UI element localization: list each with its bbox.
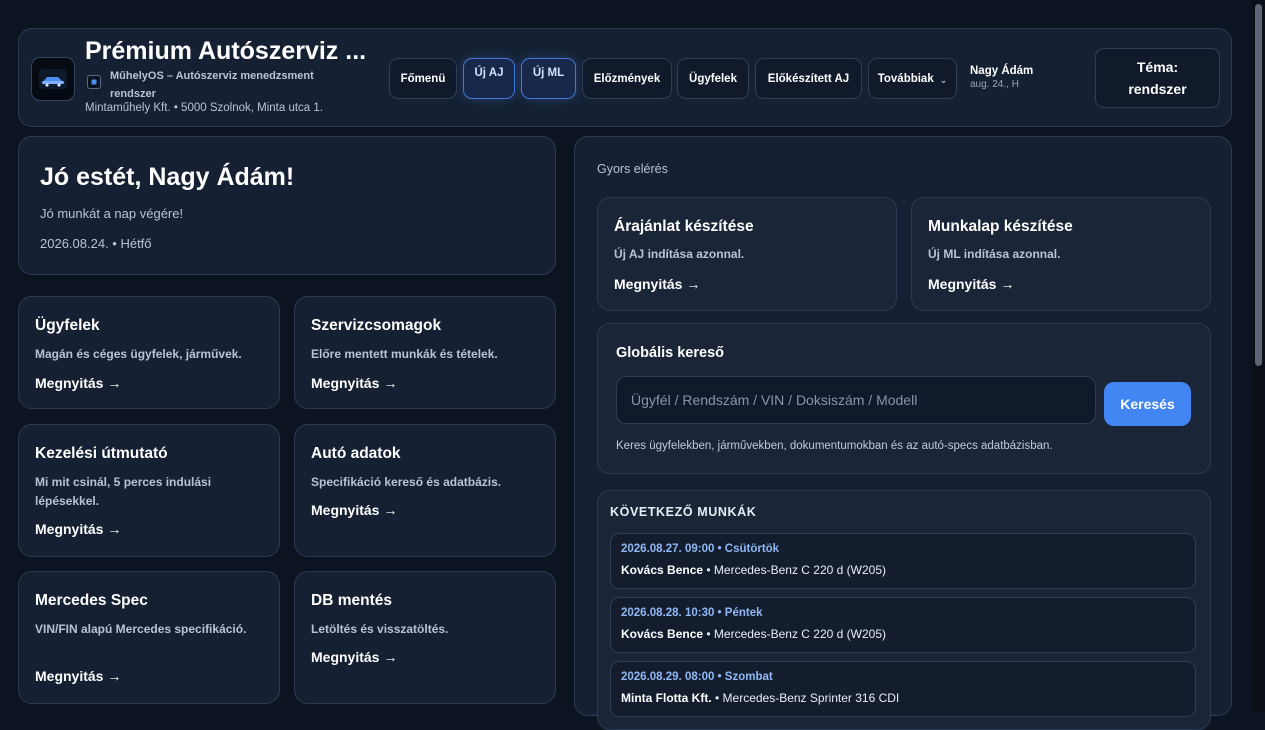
card-title: Kezelési útmutató	[35, 445, 168, 462]
card-open-link[interactable]: Megnyitás →	[928, 276, 1014, 292]
job-vehicle: • Mercedes-Benz Sprinter 316 CDI	[711, 691, 900, 705]
quick-access-label: Gyors elérés	[597, 162, 668, 176]
card-title: DB mentés	[311, 592, 392, 609]
job-details: Minta Flotta Kft. • Mercedes-Benz Sprint…	[621, 691, 899, 705]
card-description: Letöltés és visszatöltés.	[311, 622, 449, 636]
card-title: Árajánlat készítése	[614, 218, 754, 235]
nav-new-worksheet-button[interactable]: Új ML	[521, 58, 576, 99]
greeting-subtitle: Jó munkát a nap végére!	[40, 206, 184, 221]
list-item[interactable]: 2026.08.29. 08:00 • Szombat Minta Flotta…	[610, 661, 1196, 717]
car-logo-icon	[31, 57, 75, 101]
card-open-link[interactable]: Megnyitás →	[311, 375, 397, 391]
next-jobs-title: KÖVETKEZŐ MUNKÁK	[610, 505, 757, 519]
card-user-guide[interactable]: Kezelési útmutató Mi mit csinál, 5 perce…	[18, 424, 280, 557]
card-title: Szervizcsomagok	[311, 317, 442, 334]
card-clients[interactable]: Ügyfelek Magán és céges ügyfelek, járműv…	[18, 296, 280, 409]
page-scrollbar-thumb[interactable]	[1255, 4, 1262, 366]
card-description: Új ML indítása azonnal.	[928, 247, 1061, 261]
job-details: Kovács Bence • Mercedes-Benz C 220 d (W2…	[621, 627, 886, 641]
theme-toggle-button[interactable]: Téma: rendszer	[1095, 48, 1220, 108]
card-open-link[interactable]: Megnyitás →	[35, 668, 121, 684]
job-date: 2026.08.27. 09:00 • Csütörtök	[621, 543, 780, 555]
nav-home-button[interactable]: Főmenü	[389, 58, 457, 99]
search-button[interactable]: Keresés	[1104, 382, 1191, 426]
quick-worksheet-card[interactable]: Munkalap készítése Új ML indítása azonna…	[911, 197, 1211, 311]
card-db-backup[interactable]: DB mentés Letöltés és visszatöltés. Megn…	[294, 571, 556, 704]
nav-clients-button[interactable]: Ügyfelek	[677, 58, 749, 99]
nav-history-button[interactable]: Előzmények	[582, 58, 672, 99]
card-open-link[interactable]: Megnyitás →	[35, 375, 121, 391]
job-vehicle: • Mercedes-Benz C 220 d (W205)	[703, 563, 886, 577]
card-title: Munkalap készítése	[928, 218, 1073, 235]
card-open-link[interactable]: Megnyitás →	[311, 502, 397, 518]
card-car-data[interactable]: Autó adatok Specifikáció kereső és adatb…	[294, 424, 556, 557]
nav-new-quote-button[interactable]: Új AJ	[463, 58, 515, 99]
user-name: Nagy Ádám	[970, 65, 1034, 77]
user-date: aug. 24., H	[970, 79, 1019, 90]
card-title: Mercedes Spec	[35, 592, 148, 609]
job-client: Kovács Bence	[621, 563, 704, 577]
card-description: Specifikáció kereső és adatbázis.	[311, 475, 502, 489]
greeting-date: 2026.08.24. • Hétfő	[40, 236, 152, 251]
chevron-down-icon: ⌄	[939, 74, 948, 85]
quick-access-panel: Gyors elérés Árajánlat készítése Új AJ i…	[574, 136, 1232, 730]
card-description: Mi mit csinál, 5 perces indulási lépések…	[35, 475, 212, 508]
card-open-link[interactable]: Megnyitás →	[35, 521, 121, 537]
job-details: Kovács Bence • Mercedes-Benz C 220 d (W2…	[621, 563, 886, 577]
greeting-panel: Jó estét, Nagy Ádám! Jó munkát a nap vég…	[18, 136, 556, 275]
theme-value: rendszer	[1128, 81, 1187, 97]
search-hint: Keres ügyfelekben, járművekben, dokument…	[616, 440, 1053, 452]
app-title: Prémium Autószerviz ...	[85, 37, 367, 65]
next-jobs-card: KÖVETKEZŐ MUNKÁK 2026.08.27. 09:00 • Csü…	[597, 490, 1211, 730]
job-vehicle: • Mercedes-Benz C 220 d (W205)	[703, 627, 886, 641]
card-mercedes-spec[interactable]: Mercedes Spec VIN/FIN alapú Mercedes spe…	[18, 571, 280, 704]
company-address: Mintaműhely Kft. • 5000 Szolnok, Minta u…	[85, 102, 323, 114]
card-open-link[interactable]: Megnyitás →	[614, 276, 700, 292]
job-date: 2026.08.28. 10:30 • Péntek	[621, 607, 763, 619]
greeting-title: Jó estét, Nagy Ádám!	[40, 163, 295, 191]
card-description: Új AJ indítása azonnal.	[614, 247, 745, 261]
card-description: Magán és céges ügyfelek, járművek.	[35, 347, 242, 361]
nav-prepared-quotes-button[interactable]: Előkészített AJ	[755, 58, 862, 99]
app-subtitle: MűhelyOS – Autószerviz menedzsment rends…	[110, 70, 314, 100]
app-header: Prémium Autószerviz ... MűhelyOS – Autós…	[18, 28, 1232, 127]
card-description: Előre mentett munkák és tételek.	[311, 347, 498, 361]
app-badge-icon	[87, 75, 101, 89]
card-title: Autó adatok	[311, 445, 401, 462]
nav-more-label: Továbbiak	[877, 72, 934, 85]
card-service-packages[interactable]: Szervizcsomagok Előre mentett munkák és …	[294, 296, 556, 409]
list-item[interactable]: 2026.08.27. 09:00 • Csütörtök Kovács Ben…	[610, 533, 1196, 589]
card-title: Ügyfelek	[35, 317, 100, 334]
quick-quote-card[interactable]: Árajánlat készítése Új AJ indítása azonn…	[597, 197, 897, 311]
job-client: Minta Flotta Kft.	[621, 691, 712, 705]
search-title: Globális kereső	[616, 345, 724, 361]
list-item[interactable]: 2026.08.28. 10:30 • Péntek Kovács Bence …	[610, 597, 1196, 653]
card-description: VIN/FIN alapú Mercedes specifikáció.	[35, 622, 247, 636]
job-date: 2026.08.29. 08:00 • Szombat	[621, 671, 773, 683]
nav-more-dropdown[interactable]: Továbbiak ⌄	[868, 58, 957, 99]
card-open-link[interactable]: Megnyitás →	[311, 649, 397, 665]
global-search-card: Globális kereső Keresés Keres ügyfelekbe…	[597, 323, 1211, 474]
job-client: Kovács Bence	[621, 627, 704, 641]
theme-label: Téma:	[1136, 59, 1179, 75]
search-input[interactable]	[616, 376, 1096, 424]
